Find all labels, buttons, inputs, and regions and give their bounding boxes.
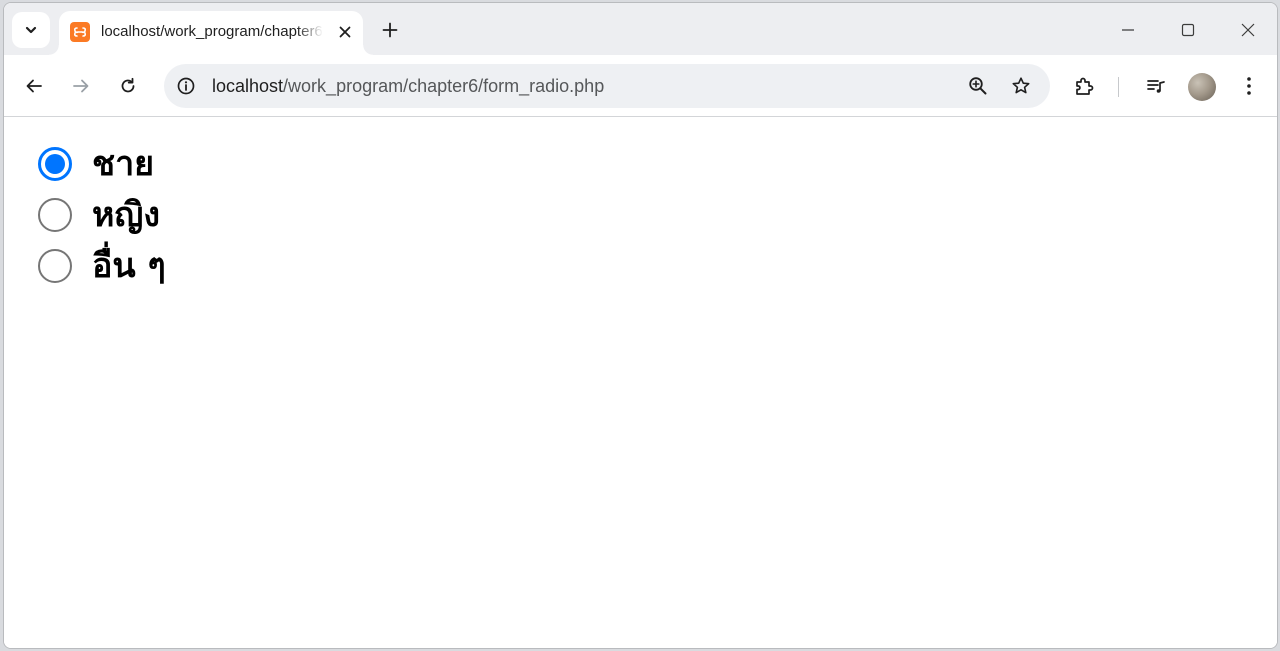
tab-search-button[interactable] bbox=[12, 12, 50, 48]
maximize-button[interactable] bbox=[1166, 13, 1210, 47]
radio-option-female[interactable]: หญิง bbox=[38, 192, 160, 238]
star-icon bbox=[1012, 77, 1030, 94]
bookmark-button[interactable] bbox=[1007, 72, 1035, 100]
address-bar[interactable]: localhost/work_program/chapter6/form_rad… bbox=[164, 64, 1050, 108]
profile-avatar[interactable] bbox=[1188, 73, 1216, 101]
tab-close-button[interactable] bbox=[332, 19, 358, 45]
info-icon bbox=[177, 77, 195, 95]
new-tab-button[interactable] bbox=[375, 15, 405, 45]
radio-label[interactable]: หญิง bbox=[92, 192, 160, 238]
radio-label[interactable]: อื่น ๆ bbox=[92, 243, 166, 289]
close-icon bbox=[339, 26, 351, 38]
url-text: localhost/work_program/chapter6/form_rad… bbox=[212, 64, 604, 108]
back-button[interactable] bbox=[18, 70, 50, 102]
close-window-button[interactable] bbox=[1226, 13, 1270, 47]
radio-button[interactable] bbox=[38, 198, 72, 232]
back-arrow-icon bbox=[26, 79, 42, 93]
reload-icon bbox=[121, 77, 135, 93]
media-controls-icon bbox=[1147, 80, 1165, 93]
reload-button[interactable] bbox=[112, 70, 144, 102]
tab-strip: localhost/work_program/chapter6/form_rad… bbox=[4, 3, 1277, 55]
url-path: /work_program/chapter6/form_radio.php bbox=[283, 76, 605, 96]
zoom-in-icon bbox=[969, 77, 987, 95]
minimize-icon bbox=[1122, 29, 1134, 31]
tab-title: localhost/work_program/chapter6/form_rad… bbox=[101, 23, 323, 40]
radio-label[interactable]: ชาย bbox=[92, 141, 154, 187]
menu-button[interactable] bbox=[1234, 71, 1264, 101]
forward-arrow-icon bbox=[73, 79, 89, 93]
maximize-icon bbox=[1181, 23, 1195, 37]
radio-dot bbox=[45, 154, 65, 174]
toolbar-separator bbox=[1118, 77, 1119, 97]
xampp-icon bbox=[70, 22, 90, 42]
media-controls-button[interactable] bbox=[1141, 71, 1171, 101]
radio-option-other[interactable]: อื่น ๆ bbox=[38, 243, 166, 289]
browser-toolbar: localhost/work_program/chapter6/form_rad… bbox=[4, 55, 1277, 117]
radio-button[interactable] bbox=[38, 249, 72, 283]
plus-icon bbox=[382, 22, 398, 38]
extensions-button[interactable] bbox=[1070, 71, 1100, 101]
chevron-down-icon bbox=[25, 26, 37, 34]
radio-button[interactable] bbox=[38, 147, 72, 181]
puzzle-icon bbox=[1076, 77, 1094, 95]
radio-option-male[interactable]: ชาย bbox=[38, 141, 154, 187]
browser-window: localhost/work_program/chapter6/form_rad… bbox=[3, 2, 1278, 649]
site-info-button[interactable] bbox=[173, 73, 199, 99]
minimize-button[interactable] bbox=[1106, 13, 1150, 47]
kebab-menu-icon bbox=[1247, 77, 1251, 95]
page-content: ชาย หญิง อื่น ๆ bbox=[4, 118, 1277, 648]
forward-button[interactable] bbox=[65, 70, 97, 102]
zoom-button[interactable] bbox=[964, 72, 992, 100]
url-host: localhost bbox=[212, 76, 284, 96]
close-icon bbox=[1241, 23, 1255, 37]
active-tab[interactable]: localhost/work_program/chapter6/form_rad… bbox=[49, 11, 373, 55]
